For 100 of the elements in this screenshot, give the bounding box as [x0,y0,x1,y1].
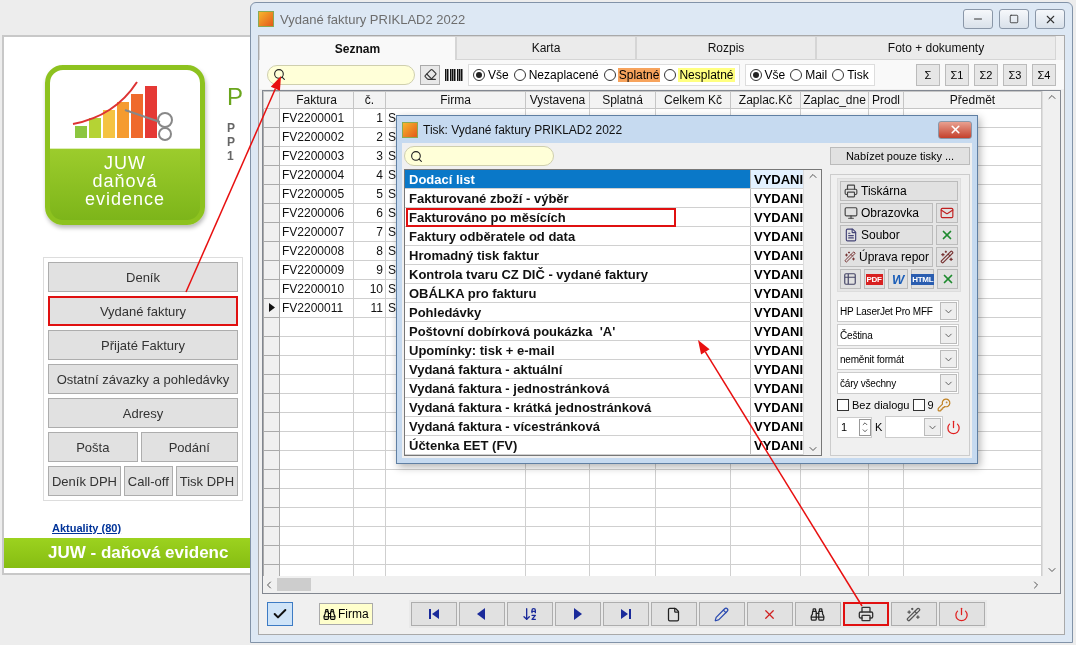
radio-label: Nezaplacené [527,67,600,82]
tab[interactable]: Foto + dokumenty [816,36,1056,60]
dropdown[interactable]: HP LaserJet Pro MFF [837,300,959,322]
menu-button[interactable]: Adresy [48,398,238,428]
radio-button[interactable] [790,68,803,81]
table-cell: 2 [353,127,386,147]
tab[interactable]: Rozpis [636,36,816,60]
report-item[interactable]: Fakturováno po měsících [405,208,751,226]
column-header[interactable]: Prodl [868,91,904,109]
sum-button[interactable]: Σ3 [1003,63,1027,86]
barcode-icon [445,68,463,81]
menu-button[interactable]: Ostatní závazky a pohledávky [48,364,238,394]
table-cell: FV2200003 [279,146,354,166]
column-header[interactable]: Předmět [903,91,1042,109]
news-link[interactable]: Aktuality (80) [52,522,122,534]
menu-button[interactable]: Deník [48,262,238,292]
column-header[interactable]: Vystavena [525,91,590,109]
logo-text: evidence [84,190,166,208]
app-icon [402,121,418,138]
triangle-left-icon [477,608,487,620]
radio-button[interactable] [473,68,485,81]
copies-spinner[interactable]: 1 [837,416,872,438]
menu-button[interactable]: Pošta [48,432,138,462]
sum-button[interactable]: Σ2 [974,63,998,86]
menu-button[interactable]: Tisk DPH [175,466,238,496]
column-header[interactable]: Zaplac_dne [800,91,869,109]
table-cell: FV2200008 [279,241,354,261]
tab[interactable]: Karta [456,36,636,60]
toolbar-button[interactable] [410,602,457,626]
firm-button[interactable]: Firma [319,603,373,625]
vertical-scrollbar[interactable] [1042,91,1060,576]
sum-button[interactable]: Σ [916,63,940,86]
output-button[interactable]: Úprava repor [840,247,933,267]
output-button[interactable]: Tiskárna [840,181,958,201]
menu-button[interactable]: Podání [140,432,238,462]
sum-button[interactable]: Σ4 [1032,63,1056,86]
toolbar-button[interactable] [890,602,937,626]
toolbar-button[interactable] [506,602,553,626]
radio-button[interactable] [513,68,526,81]
output-button[interactable]: Obrazovka [840,203,933,223]
close-button[interactable] [1035,9,1065,29]
report-name: Vydaná faktura - krátká jednostránková [408,398,653,416]
column-header[interactable]: Firma [385,91,526,109]
table-cell: 8 [353,241,386,261]
column-header[interactable]: Zaplac.Kč [730,91,801,109]
format-button[interactable] [840,269,861,289]
format-button[interactable] [937,269,958,289]
tab[interactable]: Seznam [259,36,456,60]
output-button[interactable]: Soubor [840,225,933,245]
dropdown[interactable]: Čeština [837,324,959,346]
scroll-thumb[interactable] [277,578,311,591]
toolbar-button[interactable] [602,602,649,626]
search-field[interactable] [267,64,415,85]
sum-button[interactable]: Σ1 [945,63,969,86]
radio-button[interactable] [832,68,845,81]
toolbar-button[interactable] [554,602,601,626]
radio-label: Vše [487,67,510,82]
checkbox-label: Bez dialogu [852,399,910,411]
menu-button[interactable]: Deník DPH [48,466,121,496]
output-side-button[interactable] [936,225,958,245]
output-side-button[interactable] [936,247,958,267]
search-field[interactable] [404,146,554,166]
toolbar-button[interactable] [794,602,841,626]
dropdown[interactable]: neměnit formát [837,348,959,370]
table-cell: 11 [353,298,386,318]
menu-button[interactable]: Přijaté Faktury [48,330,238,360]
table-cell: 3 [353,146,386,166]
confirm-button[interactable] [267,602,293,626]
radio-button[interactable] [749,68,762,81]
menu-button[interactable]: Vydané faktury [48,296,238,326]
wand-icon [906,606,922,622]
report-item[interactable]: Dodací list [405,170,751,188]
menu-button[interactable]: Call-off [123,466,173,496]
checkbox[interactable] [912,399,925,411]
table-cell: FV2200001 [279,108,354,128]
column-header[interactable]: č. [353,91,386,109]
table-cell: FV2200007 [279,222,354,242]
dropdown[interactable]: čáry všechny [837,372,959,394]
spreadsheet-icon [940,228,954,242]
toolbar-button[interactable] [650,602,697,626]
offer-button[interactable]: Nabízet pouze tisky ... [830,147,970,165]
column-header[interactable]: Splatná [589,91,656,109]
clear-button[interactable] [420,64,440,85]
maximize-button[interactable] [999,9,1029,29]
radio-label: Nesplatné [678,67,735,82]
checkbox[interactable] [837,399,849,411]
column-header[interactable]: Celkem Kč [655,91,731,109]
monitor-icon [844,206,858,220]
column-header[interactable]: Faktura [279,91,354,109]
spin-up-icon [861,419,869,427]
toolbar-button[interactable] [842,602,889,626]
radio-button[interactable] [603,68,616,81]
horizontal-scrollbar[interactable] [263,576,1060,593]
spin-down-icon [861,427,869,435]
toolbar-button[interactable] [458,602,505,626]
output-side-button[interactable] [936,203,958,223]
info-line: P [227,121,236,135]
radio-button[interactable] [664,68,677,81]
vertical-scrollbar[interactable] [803,170,821,455]
minimize-button[interactable] [963,9,993,29]
